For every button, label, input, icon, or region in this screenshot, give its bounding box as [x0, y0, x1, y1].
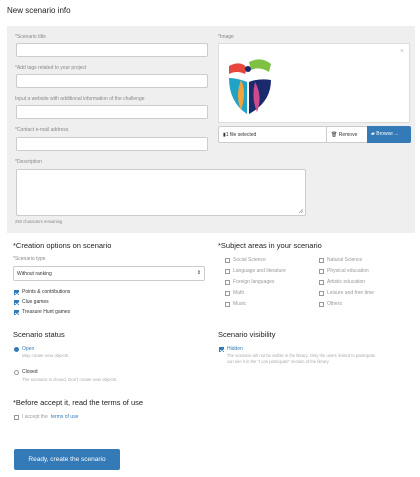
subject-natural-science[interactable]: Natural Science	[319, 257, 362, 263]
scenario-title-label: *Scenario title	[15, 34, 46, 40]
creation-options-title: *Creation options on scenario	[13, 241, 112, 250]
page-title: New scenario info	[7, 6, 71, 15]
status-closed-desc: The scenario is closed. Don't create new…	[22, 377, 118, 382]
folder-icon: ▰	[371, 131, 375, 137]
tags-label: *Add tags related to your project	[15, 65, 87, 71]
checkbox-checked-icon[interactable]	[14, 289, 19, 295]
page: New scenario info *Scenario title *Add t…	[0, 0, 420, 477]
description-textarea[interactable]	[16, 169, 306, 216]
scenario-type-value: Without ranking	[17, 271, 52, 277]
website-label: Input a website with additional informat…	[15, 96, 145, 102]
scenario-info-panel: *Scenario title *Add tags related to you…	[7, 26, 415, 233]
browse-button[interactable]: ▰ Browse ...	[367, 126, 411, 143]
status-open-radio[interactable]: Open	[14, 346, 34, 352]
option-treasure-hunt[interactable]: Treasure Hunt games	[14, 309, 70, 315]
scenario-status-title: Scenario status	[13, 330, 65, 339]
subject-language-literature[interactable]: Language and literature	[225, 268, 286, 274]
status-open-desc: May create new objects.	[22, 353, 70, 358]
scenario-title-input[interactable]	[16, 43, 208, 57]
scenario-type-label: *Scenario type	[13, 256, 46, 262]
subject-artistic-education[interactable]: Artistic education	[319, 279, 365, 285]
description-label: *Description	[15, 159, 42, 165]
scenario-visibility-title: Scenario visibility	[218, 330, 276, 339]
scenario-image	[227, 52, 273, 118]
terms-of-use-link[interactable]: terms of use	[51, 414, 79, 420]
visibility-hidden-checkbox[interactable]: Hidden	[219, 346, 243, 352]
checkbox-checked-icon[interactable]	[14, 309, 19, 315]
remove-button[interactable]: 🗑 Remove	[326, 127, 367, 142]
radio-empty-icon[interactable]	[14, 369, 19, 375]
checkbox-checked-icon[interactable]	[14, 299, 19, 305]
radio-selected-icon[interactable]	[14, 346, 19, 352]
email-label: *Contact e-mail address	[15, 127, 69, 133]
subject-areas-title: *Subject areas in your scenario	[218, 241, 322, 250]
create-scenario-button[interactable]: Ready, create the scenario	[14, 449, 120, 470]
tags-input[interactable]	[16, 74, 208, 88]
email-input[interactable]	[16, 137, 208, 151]
option-points[interactable]: Points & contributions	[14, 289, 70, 295]
accept-terms-checkbox[interactable]: I accept the terms of use	[14, 414, 78, 420]
status-closed-radio[interactable]: Closed	[14, 369, 38, 375]
file-selected-text: ▮1 file selected	[223, 132, 257, 138]
characters-remaining: 250 characters remaining	[15, 219, 63, 224]
website-input[interactable]	[16, 105, 208, 119]
image-preview: ×	[218, 43, 410, 123]
scenario-type-select[interactable]: Without ranking ⇕	[13, 266, 205, 281]
select-arrows-icon: ⇕	[196, 270, 201, 276]
subject-social-science[interactable]: Social Science	[225, 257, 266, 263]
image-label: *Image	[218, 34, 234, 40]
visibility-hidden-desc-1: The scenario will not be visible in the …	[227, 353, 376, 358]
subject-others[interactable]: Others	[319, 301, 342, 307]
checkbox-empty-icon[interactable]	[14, 414, 19, 420]
close-icon[interactable]: ×	[400, 48, 404, 55]
subject-physical-education[interactable]: Physical education	[319, 268, 369, 274]
subject-math[interactable]: Math	[225, 290, 244, 296]
subject-foreign-languages[interactable]: Foreign languages	[225, 279, 274, 285]
checkbox-checked-icon[interactable]	[219, 346, 224, 352]
visibility-hidden-desc-2: can see it in the "I can participate" se…	[227, 359, 330, 364]
subject-music[interactable]: Music	[225, 301, 246, 307]
option-clue-games[interactable]: Clue games	[14, 299, 49, 305]
subject-leisure[interactable]: Leisure and free time	[319, 290, 374, 296]
resize-handle-icon[interactable]	[298, 208, 304, 214]
terms-title: *Before accept it, read the terms of use	[13, 398, 144, 407]
trash-icon: 🗑	[331, 132, 338, 138]
file-upload-bar: ▮1 file selected 🗑 Remove ▰ Browse ...	[218, 126, 411, 143]
